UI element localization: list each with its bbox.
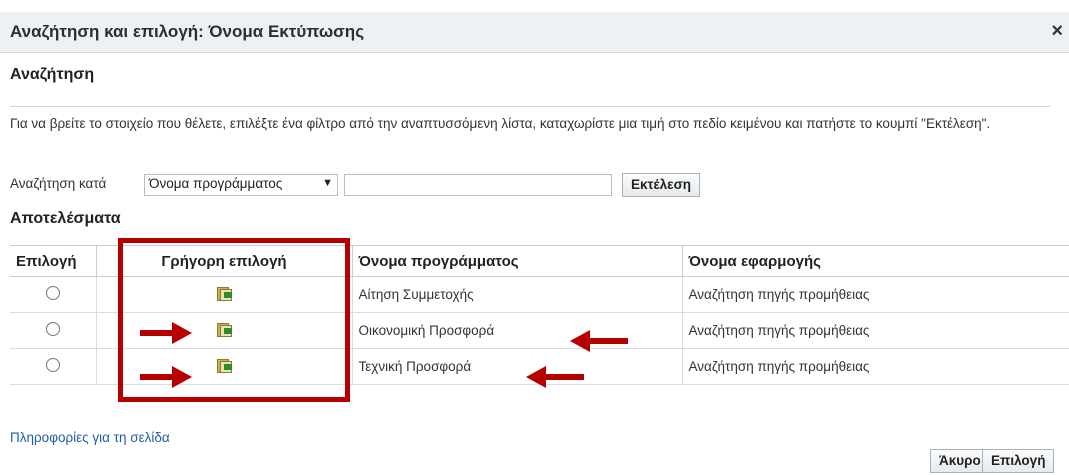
select-button[interactable]: Επιλογή: [982, 449, 1055, 473]
divider: [10, 106, 1050, 107]
program-name-cell: Αίτηση Συμμετοχής: [352, 276, 683, 313]
select-radio[interactable]: [45, 358, 60, 372]
left-arrow-icon: [570, 330, 628, 352]
chevron-down-icon: ▼: [322, 177, 333, 189]
search-input[interactable]: [344, 174, 612, 196]
column-header: Επιλογή: [10, 245, 97, 277]
column-header: Όνομα εφαρμογής: [682, 245, 1069, 277]
dialog-titlebar: Αναζήτηση και επιλογή: Όνομα Εκτύπωσης ×: [0, 12, 1069, 53]
cancel-button[interactable]: Άκυρο: [930, 449, 990, 473]
page-info-link[interactable]: Πληροφορίες για τη σελίδα: [10, 430, 170, 445]
dialog-title: Αναζήτηση και επιλογή: Όνομα Εκτύπωσης: [10, 22, 365, 41]
close-icon[interactable]: ×: [1051, 20, 1063, 43]
search-heading: Αναζήτηση: [10, 66, 95, 83]
search-select-dialog: Αναζήτηση και επιλογή: Όνομα Εκτύπωσης ×…: [0, 0, 1069, 475]
select-radio[interactable]: [45, 286, 60, 300]
results-heading: Αποτελέσματα: [10, 210, 121, 227]
left-arrow-icon: [526, 366, 584, 388]
program-name-cell: Οικονομική Προσφορά: [352, 312, 683, 349]
right-arrow-icon: [140, 322, 192, 344]
application-name-cell: Αναζήτηση πηγής προμήθειας: [682, 276, 1069, 313]
application-name-cell: Αναζήτηση πηγής προμήθειας: [682, 348, 1069, 385]
search-help-text: Για να βρείτε το στοιχείο που θέλετε, επ…: [10, 116, 991, 131]
filter-select[interactable]: Όνομα προγράμματος ▼: [144, 174, 338, 196]
application-name-cell: Αναζήτηση πηγής προμήθειας: [682, 312, 1069, 349]
go-button[interactable]: Εκτέλεση: [622, 173, 701, 197]
filter-select-value: Όνομα προγράμματος: [149, 176, 283, 191]
right-arrow-icon: [140, 366, 192, 388]
column-header: Όνομα προγράμματος: [352, 245, 683, 277]
search-by-label: Αναζήτηση κατά: [10, 176, 107, 191]
select-radio[interactable]: [45, 322, 60, 336]
program-name-cell: Τεχνική Προσφορά: [352, 348, 683, 385]
